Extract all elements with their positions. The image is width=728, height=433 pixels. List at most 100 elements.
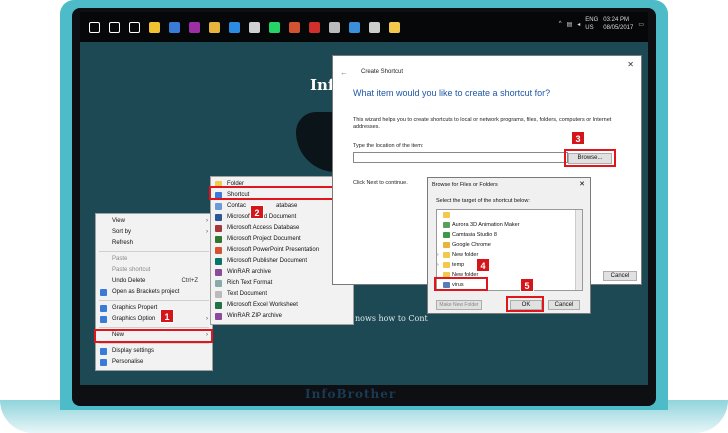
highlight-shortcut — [209, 186, 339, 200]
context_menu-item[interactable]: Sort by › — [96, 227, 212, 238]
menu-item-label: WinRAR ZIP archive — [227, 313, 282, 319]
notifications-icon[interactable]: ▭ — [638, 21, 644, 28]
tree-node[interactable]: Camtasia Studio 8 — [437, 230, 582, 240]
make-new-folder-button[interactable]: Make New Folder — [436, 300, 482, 310]
context_menu-item[interactable]: Graphics Option › — [96, 314, 212, 325]
step-3-badge: 3 — [571, 131, 585, 145]
next-hint: Click Next to continue. — [353, 180, 408, 186]
close-icon[interactable]: ✕ — [627, 60, 634, 69]
mail-icon[interactable] — [249, 21, 260, 33]
chevron-up-icon[interactable]: ^ — [559, 21, 562, 27]
menu-item-label: Microsoft PowerPoint Presentation — [227, 247, 320, 253]
tree-node-icon — [443, 242, 450, 248]
context_menu-item[interactable]: Undo Delete Ctrl+Z — [96, 276, 212, 287]
step-5-badge: 5 — [520, 278, 534, 292]
tree-node-icon — [443, 262, 450, 268]
brand-logo: InfoBrother — [305, 387, 397, 401]
file-explorer-icon[interactable] — [149, 21, 160, 33]
new_menu-item[interactable]: Text Document — [211, 289, 353, 300]
expand-icon[interactable]: › — [437, 260, 439, 270]
menu-item-icon — [215, 313, 222, 320]
menu-separator — [99, 343, 209, 344]
context_menu-item[interactable]: Paste — [96, 254, 212, 265]
menu-item-label: Graphics Option — [112, 316, 156, 322]
browse-instruction: Select the target of the shortcut below: — [436, 198, 530, 204]
menu-item-icon — [215, 225, 222, 232]
clock[interactable]: 03:24 PM 08/05/2017 — [603, 16, 633, 32]
tree-node[interactable]: › temp — [437, 260, 582, 270]
context_menu-item[interactable]: Paste shortcut — [96, 265, 212, 276]
browse-dialog: Browse for Files or Folders ✕ Select the… — [427, 177, 591, 314]
menu-item-icon — [100, 316, 107, 323]
tree-node[interactable]: Aurora 3D Animation Maker — [437, 220, 582, 230]
menu-item-label: Microsoft Excel Worksheet — [227, 302, 298, 308]
menu-item-label: Personalise — [112, 359, 144, 365]
step-4-badge: 4 — [476, 258, 490, 272]
context_menu-item[interactable]: Personalise — [96, 357, 212, 368]
menu-item-icon — [215, 269, 222, 276]
highlight-new — [94, 329, 213, 343]
menu-separator — [99, 300, 209, 301]
step-1-badge: 1 — [160, 309, 174, 323]
desktop-screen: Info nows how to Cont ^ ▤ ◂ ENG US 03:24… — [80, 12, 648, 385]
new_menu-item[interactable]: WinRAR ZIP archive — [211, 311, 353, 322]
menu-item-icon — [215, 203, 222, 210]
menu-item-label: View — [112, 218, 125, 224]
context_menu-item[interactable]: Display settings — [96, 346, 212, 357]
cortana-search-icon[interactable] — [109, 21, 120, 33]
browse-close-icon[interactable]: ✕ — [579, 180, 585, 188]
menu-item-label: Paste — [112, 256, 128, 262]
location-input[interactable] — [353, 152, 568, 163]
chevron-right-icon: › — [206, 229, 208, 235]
chrome-icon[interactable] — [209, 21, 220, 33]
context_menu-item[interactable]: Refresh — [96, 238, 212, 249]
volume-icon[interactable]: ◂ — [577, 21, 580, 28]
powerpoint-icon[interactable] — [289, 21, 300, 33]
tree-scrollbar[interactable] — [575, 210, 582, 290]
context_menu-item[interactable]: Graphics Propert — [96, 303, 212, 314]
menu-item-label: Refresh — [112, 240, 134, 246]
chevron-right-icon: › — [206, 218, 208, 224]
tree-node[interactable] — [437, 210, 582, 220]
camera-icon[interactable] — [329, 21, 340, 33]
photos-icon[interactable] — [349, 21, 360, 33]
menu-item-label: Microsoft Access Database — [227, 225, 300, 231]
browse-cancel-button[interactable]: Cancel — [548, 300, 580, 310]
onenote-icon[interactable] — [189, 21, 200, 33]
cancel-button[interactable]: Cancel — [603, 271, 637, 281]
back-arrow-icon[interactable]: ← — [340, 68, 348, 77]
menu-item-icon — [215, 280, 222, 287]
tree-node-label: Aurora 3D Animation Maker — [452, 222, 520, 228]
tree-node-icon — [443, 212, 450, 218]
menu-item-label: WinRAR archive — [227, 269, 272, 275]
menu-item-label: Open as Brackets project — [112, 289, 180, 295]
tree-node-icon — [443, 232, 450, 238]
menu-item-icon — [215, 236, 222, 243]
task-view-icon[interactable] — [129, 21, 140, 33]
dialog-heading: What item would you like to create a sho… — [353, 88, 551, 98]
store-icon[interactable] — [169, 21, 180, 33]
tree-node[interactable]: › New folder — [437, 250, 582, 260]
printer-icon[interactable] — [369, 21, 380, 33]
menu-item-icon — [215, 258, 222, 265]
context_menu-item[interactable]: Open as Brackets project — [96, 287, 212, 298]
windows-start-icon[interactable] — [89, 21, 100, 33]
tree-node[interactable]: Google Chrome — [437, 240, 582, 250]
whatsapp-icon[interactable] — [269, 21, 280, 33]
tree-node-label: Google Chrome — [452, 242, 491, 248]
menu-item-icon — [215, 214, 222, 221]
menu-item-icon — [100, 348, 107, 355]
notes-icon[interactable] — [389, 21, 400, 33]
language-indicator[interactable]: ENG US — [585, 16, 598, 32]
expand-icon[interactable]: › — [437, 250, 439, 260]
location-label: Type the location of the item: — [353, 143, 424, 149]
new_menu-item[interactable]: Microsoft Excel Worksheet — [211, 300, 353, 311]
context_menu-item[interactable]: View › — [96, 216, 212, 227]
pdf-icon[interactable] — [309, 21, 320, 33]
dialog-description: This wizard helps you to create shortcut… — [353, 117, 612, 130]
tree-node-icon — [443, 222, 450, 228]
highlight-browse — [564, 149, 616, 167]
menu-item-label: Text Document — [227, 291, 268, 297]
network-icon[interactable]: ▤ — [567, 21, 573, 28]
edge-icon[interactable] — [229, 21, 240, 33]
